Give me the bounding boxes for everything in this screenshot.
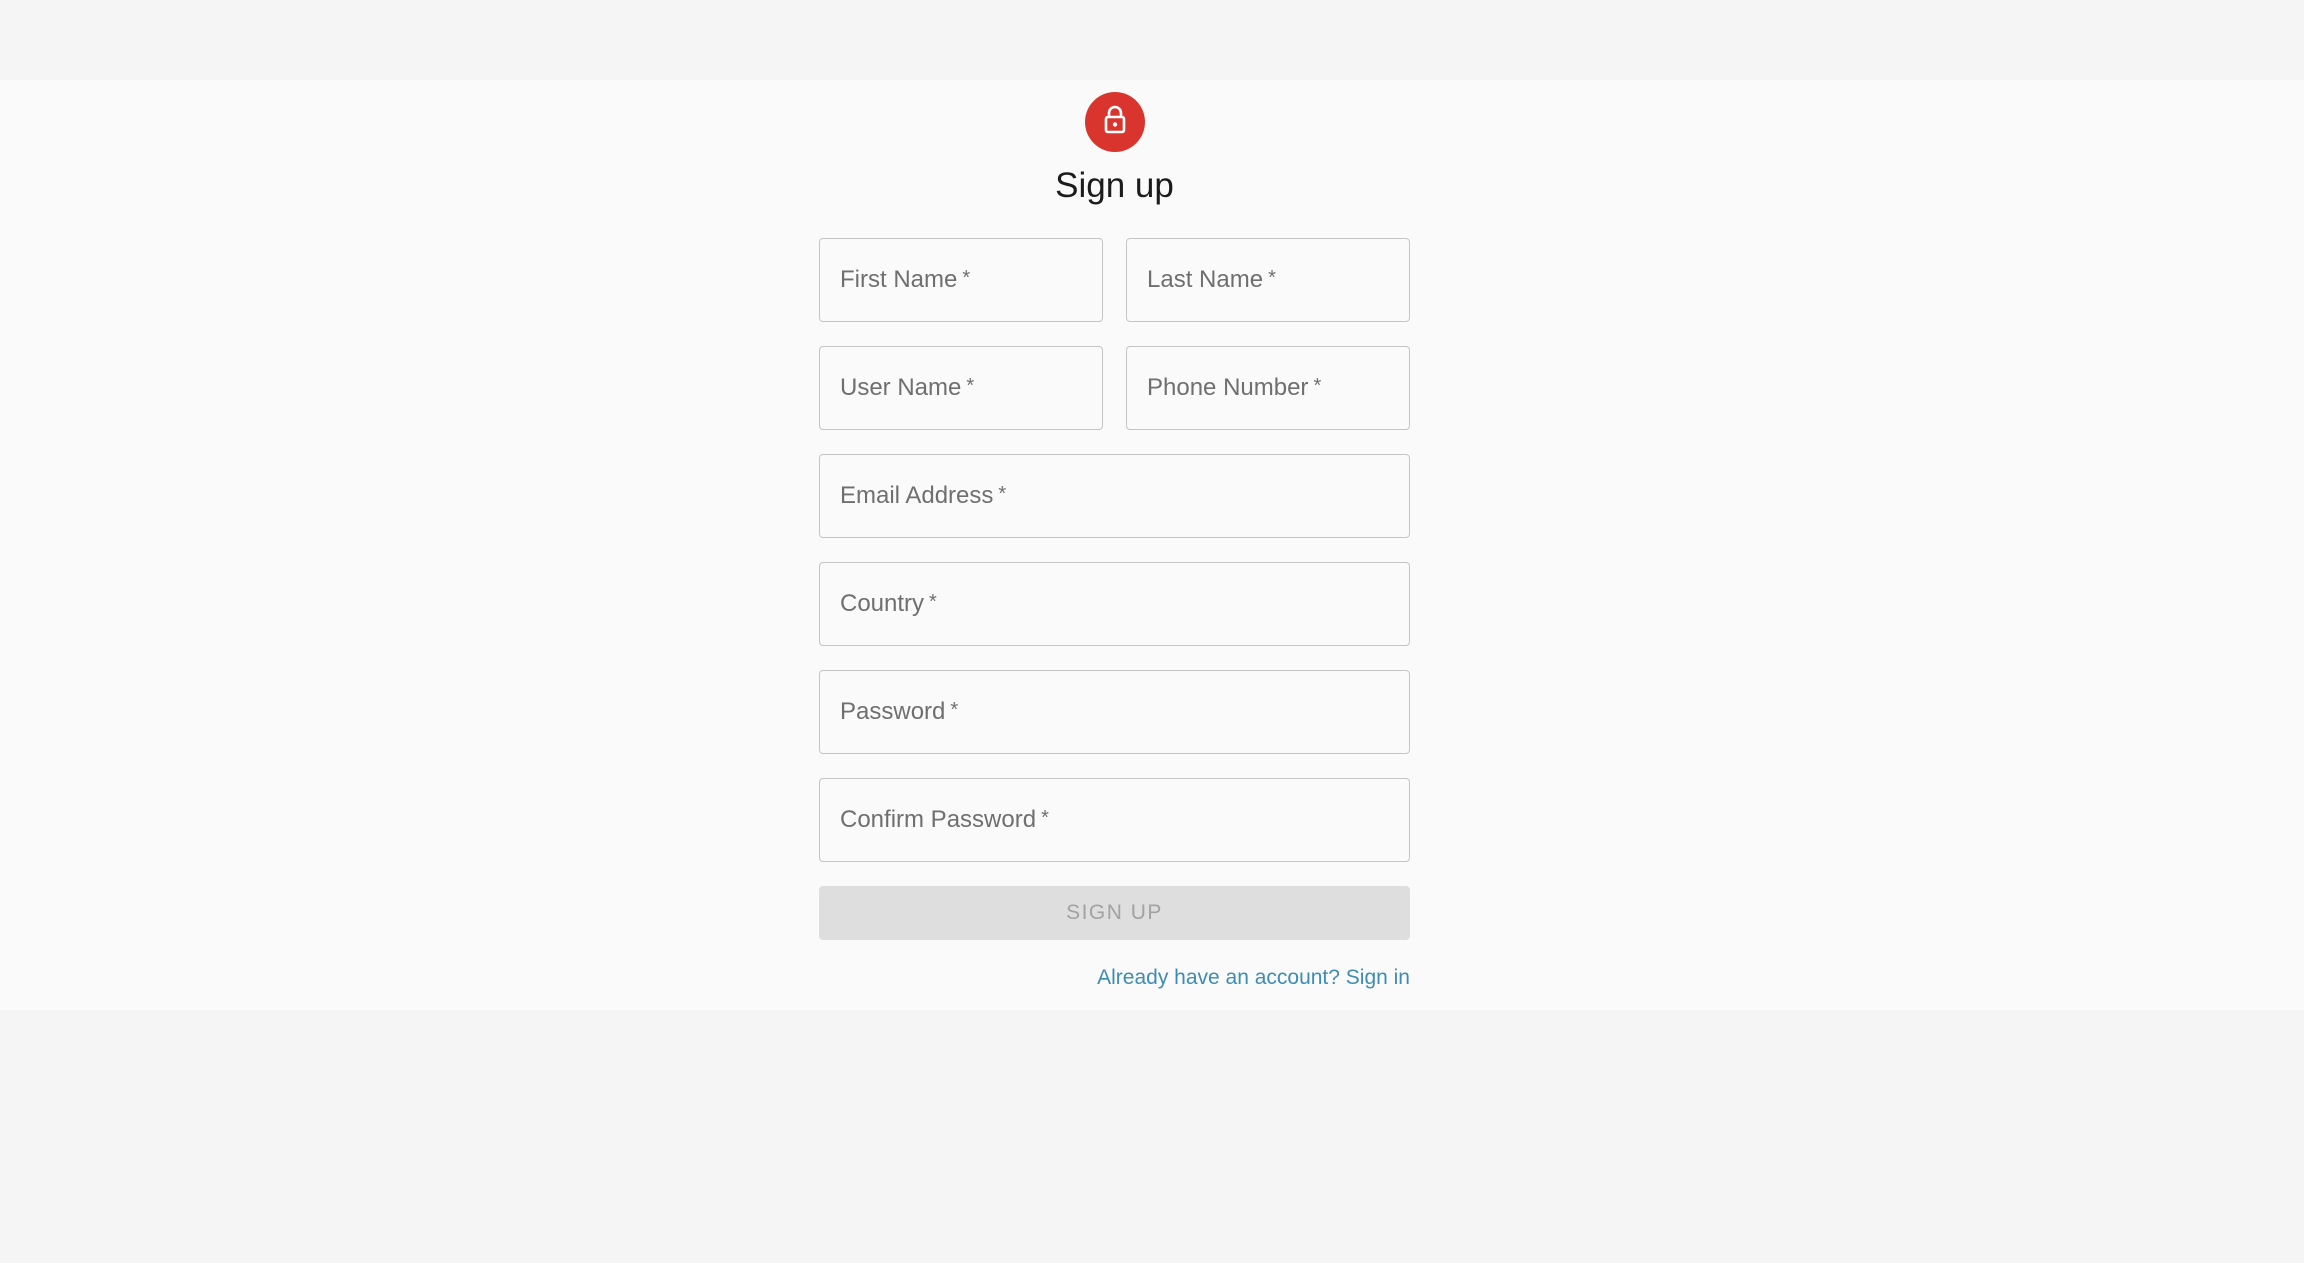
last-name-label: Last Name	[1147, 266, 1264, 293]
user-name-label: User Name	[840, 374, 962, 401]
required-asterisk: *	[962, 266, 971, 289]
email-field[interactable]: Email Address *	[819, 454, 1410, 538]
required-asterisk: *	[1041, 806, 1049, 829]
user-name-field[interactable]: User Name *	[819, 346, 1103, 430]
required-asterisk: *	[1313, 374, 1322, 397]
first-name-label: First Name	[840, 266, 958, 293]
country-label: Country	[840, 590, 925, 617]
confirm-password-label: Confirm Password	[840, 806, 1037, 833]
password-field[interactable]: Password *	[819, 670, 1410, 754]
signup-container: Sign up First Name * Last Name * User Name…	[819, 92, 1410, 990]
password-label: Password	[840, 698, 946, 725]
phone-number-field[interactable]: Phone Number *	[1126, 346, 1410, 430]
password-row: Password *	[819, 670, 1410, 754]
confirm-password-row: Confirm Password *	[819, 778, 1410, 862]
sign-up-button[interactable]: SIGN UP	[819, 886, 1410, 940]
required-asterisk: *	[1268, 266, 1276, 289]
avatar	[1084, 92, 1145, 152]
last-name-field[interactable]: Last Name *	[1126, 238, 1410, 322]
email-row: Email Address *	[819, 454, 1410, 538]
signup-form: First Name * Last Name * User Name * Phone …	[819, 238, 1410, 990]
page: Sign up First Name * Last Name * User Name…	[0, 0, 2304, 1263]
sign-in-link[interactable]: Already have an account? Sign in	[1097, 966, 1410, 989]
name-row: First Name * Last Name *	[819, 238, 1410, 322]
required-asterisk: *	[929, 590, 937, 613]
country-field[interactable]: Country *	[819, 562, 1410, 646]
user-phone-row: User Name * Phone Number *	[819, 346, 1410, 430]
phone-number-label: Phone Number	[1147, 374, 1309, 401]
lock-icon	[1101, 104, 1129, 141]
country-row: Country *	[819, 562, 1410, 646]
signin-row: Already have an account? Sign in	[819, 966, 1410, 990]
confirm-password-field[interactable]: Confirm Password *	[819, 778, 1410, 862]
email-label: Email Address	[840, 482, 994, 509]
first-name-field[interactable]: First Name *	[819, 238, 1103, 322]
page-title: Sign up	[1055, 166, 1174, 205]
required-asterisk: *	[950, 698, 959, 721]
required-asterisk: *	[998, 482, 1007, 505]
required-asterisk: *	[966, 374, 975, 397]
